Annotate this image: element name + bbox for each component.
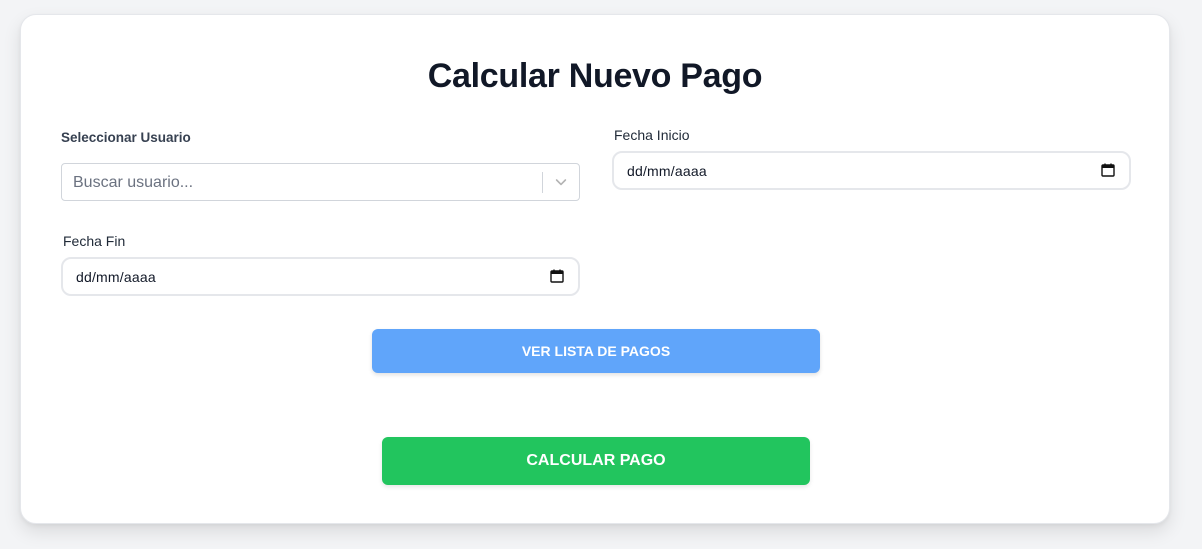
end-date-input[interactable]: dd/mm/aaaa bbox=[61, 257, 580, 296]
start-date-value: dd/mm/aaaa bbox=[627, 163, 707, 179]
user-select-label: Seleccionar Usuario bbox=[61, 130, 191, 145]
calendar-icon[interactable] bbox=[550, 269, 564, 283]
view-payments-list-button[interactable]: VER LISTA DE PAGOS bbox=[372, 329, 820, 373]
end-date-value: dd/mm/aaaa bbox=[76, 269, 156, 285]
chevron-down-icon[interactable] bbox=[553, 174, 569, 190]
start-date-label: Fecha Inicio bbox=[614, 127, 690, 143]
select-separator bbox=[542, 172, 543, 193]
calculate-payment-button[interactable]: CALCULAR PAGO bbox=[382, 437, 810, 485]
page-title: Calcular Nuevo Pago bbox=[427, 57, 763, 95]
user-select[interactable]: Buscar usuario... bbox=[61, 163, 580, 201]
start-date-input[interactable]: dd/mm/aaaa bbox=[612, 151, 1131, 190]
payment-form-card: Calcular Nuevo Pago Seleccionar Usuario … bbox=[20, 14, 1170, 524]
calendar-icon[interactable] bbox=[1101, 163, 1115, 177]
end-date-label: Fecha Fin bbox=[63, 233, 126, 249]
user-search-placeholder: Buscar usuario... bbox=[73, 174, 194, 191]
